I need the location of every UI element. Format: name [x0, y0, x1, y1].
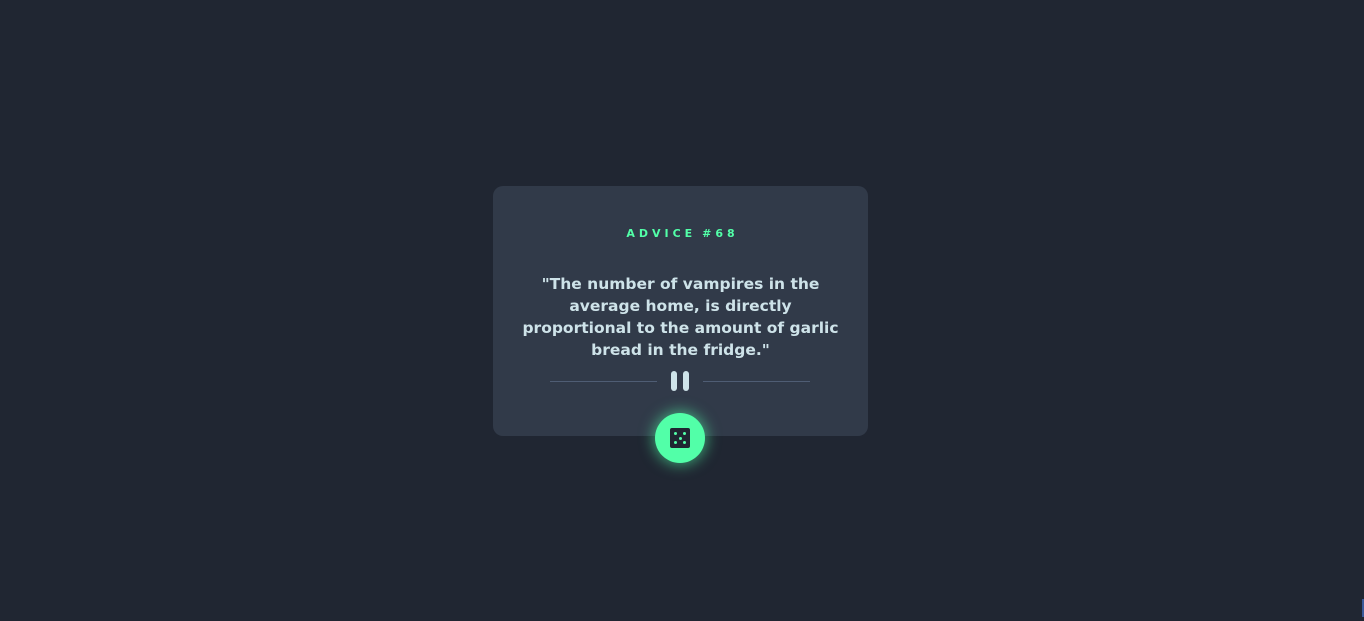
- dice-pip: [674, 432, 677, 435]
- advice-number: #68: [702, 227, 739, 240]
- pause-icon: [671, 371, 689, 391]
- dice-pip: [683, 441, 686, 444]
- dice-icon: [670, 428, 690, 448]
- advice-label: ADVICE: [626, 227, 697, 240]
- pause-bar-right: [683, 371, 689, 391]
- new-advice-button[interactable]: [655, 413, 705, 463]
- advice-heading: ADVICE #68: [493, 227, 868, 240]
- dice-pip: [683, 432, 686, 435]
- divider-line-right: [703, 381, 810, 382]
- dice-pip: [674, 441, 677, 444]
- advice-quote: "The number of vampires in the average h…: [522, 275, 839, 359]
- divider-line-left: [550, 381, 657, 382]
- pause-bar-left: [671, 371, 677, 391]
- pattern-divider: [550, 370, 810, 392]
- advice-card: ADVICE #68 "The number of vampires in the…: [493, 186, 868, 436]
- dice-pip: [678, 436, 682, 440]
